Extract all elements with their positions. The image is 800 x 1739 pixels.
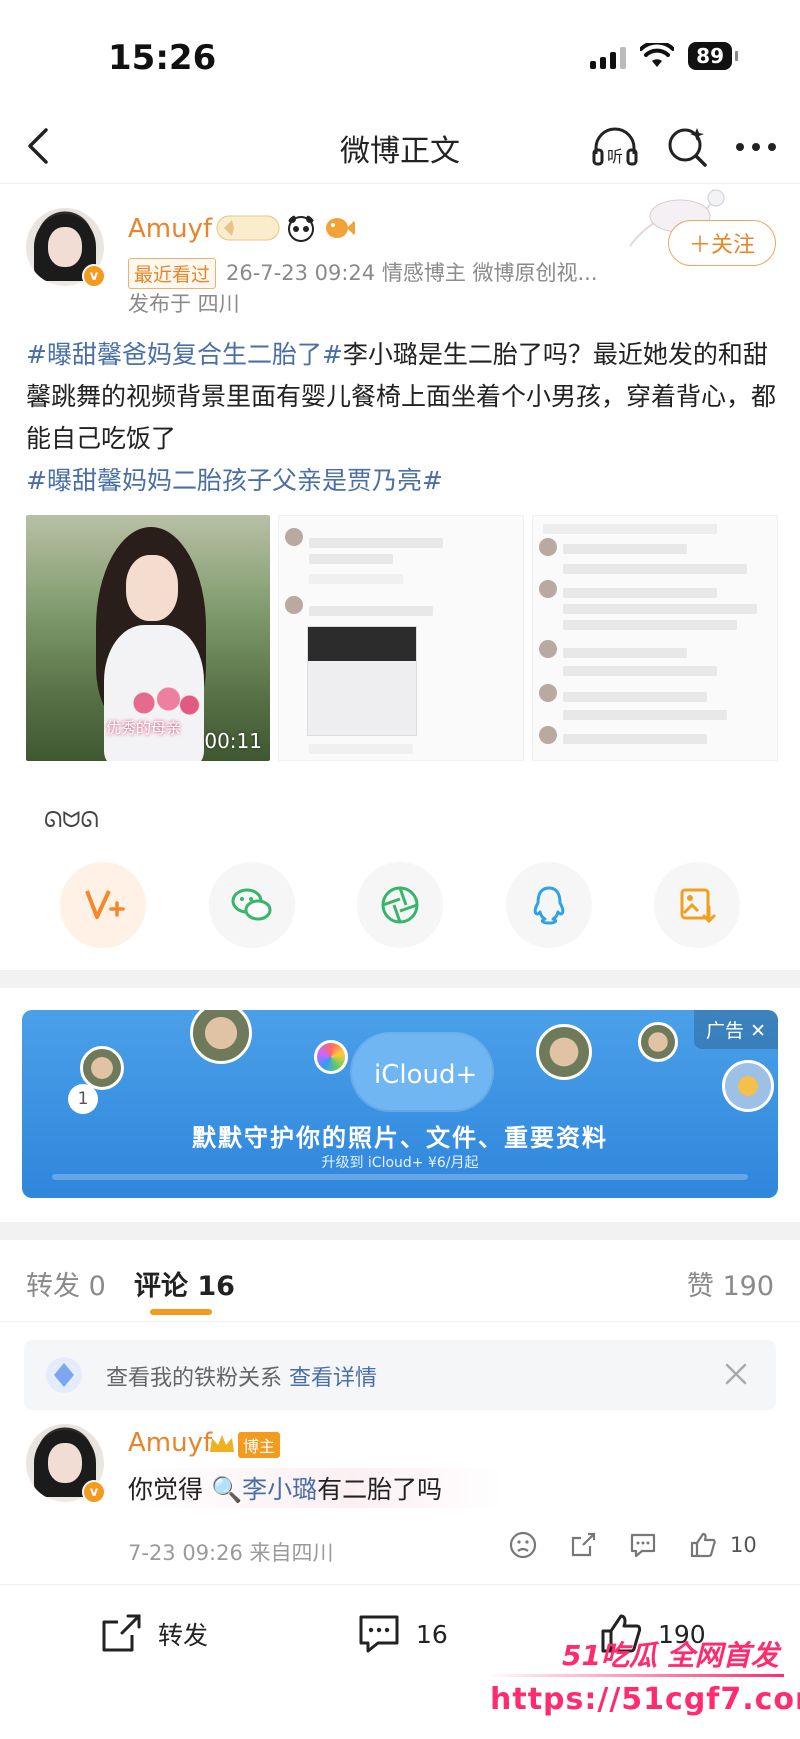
repost-icon[interactable]: [568, 1530, 598, 1560]
status-icons: 89: [590, 42, 738, 70]
post-body: #曝甜馨爸妈复合生二胎了#李小璐是生二胎了吗？最近她发的和甜馨跳舞的视频背景里面…: [26, 334, 778, 502]
share-to-wechat-button[interactable]: [208, 862, 295, 948]
comment-meta: 7-23 09:26 来自四川: [128, 1541, 334, 1565]
active-tab-indicator: [150, 1309, 212, 1315]
tab-reposts[interactable]: 转发 0: [26, 1264, 106, 1303]
qq-penguin-icon: [533, 886, 564, 925]
video-thumbnail[interactable]: 优秀的母亲 00:11: [26, 515, 270, 761]
ad-product-name: iCloud+: [374, 1060, 478, 1090]
level-medal-icon: [216, 215, 280, 241]
more-options-icon[interactable]: [732, 122, 780, 172]
ad-label: 广告: [706, 1020, 745, 1042]
comment-like-count: 10: [730, 1533, 757, 1557]
screenshot-image[interactable]: [278, 515, 524, 761]
comment-button[interactable]: 16: [356, 1611, 448, 1657]
ad-banner[interactable]: 1 iCloud+ 默默守护你的照片、文件、重要资料 升级到 iCloud+ ¥…: [22, 1010, 778, 1198]
share-to-qq-button[interactable]: [505, 862, 592, 948]
status-time: 15:26: [108, 38, 217, 78]
tab-comments[interactable]: 评论 16: [134, 1264, 235, 1303]
save-image-icon: [680, 888, 716, 924]
hashtag-link[interactable]: #曝甜馨妈妈二胎孩子父亲是贾乃亮#: [26, 466, 443, 495]
photos-app-icon: [314, 1040, 348, 1074]
ad-headline: 默默守护你的照片、文件、重要资料: [192, 1124, 608, 1152]
hashtag-link[interactable]: #曝甜馨爸妈复合生二胎了#: [26, 340, 343, 369]
weibo-v-plus-icon: [85, 890, 125, 919]
repost-label: 转发: [158, 1621, 209, 1650]
follow-button[interactable]: ＋关注: [668, 220, 776, 266]
share-to-weibo-button[interactable]: [60, 862, 146, 948]
share-to-moments-button[interactable]: [357, 862, 443, 948]
ad-photo-bubble: [536, 1024, 592, 1080]
wechat-icon: [231, 888, 271, 921]
ad-badge-number: 1: [68, 1084, 98, 1114]
watermark-brand: 51吃瓜 全网首发: [562, 1639, 779, 1672]
tab-likes[interactable]: 赞 190: [687, 1264, 774, 1303]
search-topic-link[interactable]: 🔍李小璐: [211, 1475, 317, 1504]
listen-headphones-icon[interactable]: 听: [590, 122, 640, 172]
recently-viewed-tag: 最近看过: [128, 258, 217, 289]
close-icon[interactable]: [722, 1360, 750, 1388]
dislike-face-icon[interactable]: [508, 1530, 538, 1560]
comment-bubble-icon: [359, 1615, 399, 1653]
fish-medal-icon: [326, 218, 355, 238]
search-icon[interactable]: [664, 122, 710, 172]
comment-count: 16: [416, 1619, 448, 1649]
comment-text: 你觉得 🔍李小璐有二胎了吗: [128, 1468, 503, 1508]
ad-photo-bubble: [638, 1022, 678, 1062]
status-bar: 15:26 89: [0, 0, 800, 110]
video-caption: 优秀的母亲: [106, 719, 182, 737]
post-media: 优秀的母亲 00:11: [26, 515, 778, 761]
ad-photo-bubble: [722, 1060, 774, 1112]
watermark-url: https://51cgf7.com: [490, 1682, 800, 1717]
verified-badge-icon: v: [82, 1480, 106, 1504]
listen-label: 听: [607, 147, 623, 166]
like-thumb-icon[interactable]: [688, 1530, 718, 1560]
verified-badge-icon: v: [82, 264, 106, 288]
ad-close-tag[interactable]: 广告 ✕: [694, 1010, 778, 1049]
crown-icon: [210, 1435, 234, 1452]
share-row: [60, 862, 740, 948]
video-duration: 00:11: [204, 729, 262, 753]
panda-medal-icon: [288, 215, 314, 242]
interaction-tabs: 转发 0 评论 16 赞 190: [0, 1240, 800, 1322]
author-name[interactable]: Amuyf: [128, 214, 212, 244]
save-image-button[interactable]: [654, 862, 740, 948]
fan-relation-text: 查看我的铁粉关系: [106, 1366, 289, 1391]
ad-photo-bubble: [190, 1010, 252, 1064]
signal-icon: [590, 43, 627, 69]
user-medals: [216, 214, 356, 242]
moments-aperture-icon: [381, 886, 419, 924]
post-meta: 26-7-23 09:24 情感博主 微博原创视...: [226, 261, 598, 285]
ad-photo-bubble: [80, 1046, 124, 1090]
kaomoji-decoration: ᘏᗢᘏ: [44, 808, 99, 833]
post-location: 发布于 四川: [128, 292, 240, 316]
battery-indicator: 89: [688, 42, 738, 70]
comment-actions: 10: [508, 1530, 757, 1560]
repost-button[interactable]: 转发: [98, 1611, 208, 1657]
diamond-fan-icon: [46, 1357, 82, 1393]
section-divider: [0, 1222, 800, 1240]
repost-icon: [102, 1614, 141, 1652]
ad-subline: 升级到 iCloud+ ¥6/月起: [321, 1155, 479, 1171]
screenshot-image[interactable]: [532, 515, 778, 761]
ad-fine-print: [52, 1174, 748, 1180]
nav-bar: 微博正文 听: [0, 110, 800, 184]
watermark-line: [484, 1674, 784, 1677]
section-divider: [0, 970, 800, 988]
fan-relation-bar[interactable]: 查看我的铁粉关系 查看详情: [24, 1340, 776, 1410]
comment-bubble-icon[interactable]: [628, 1530, 658, 1560]
view-details-link[interactable]: 查看详情: [289, 1366, 377, 1391]
commenter-name[interactable]: Amuyf: [128, 1428, 212, 1458]
author-role-badge: 博主: [238, 1432, 281, 1458]
wifi-icon: [640, 43, 675, 67]
